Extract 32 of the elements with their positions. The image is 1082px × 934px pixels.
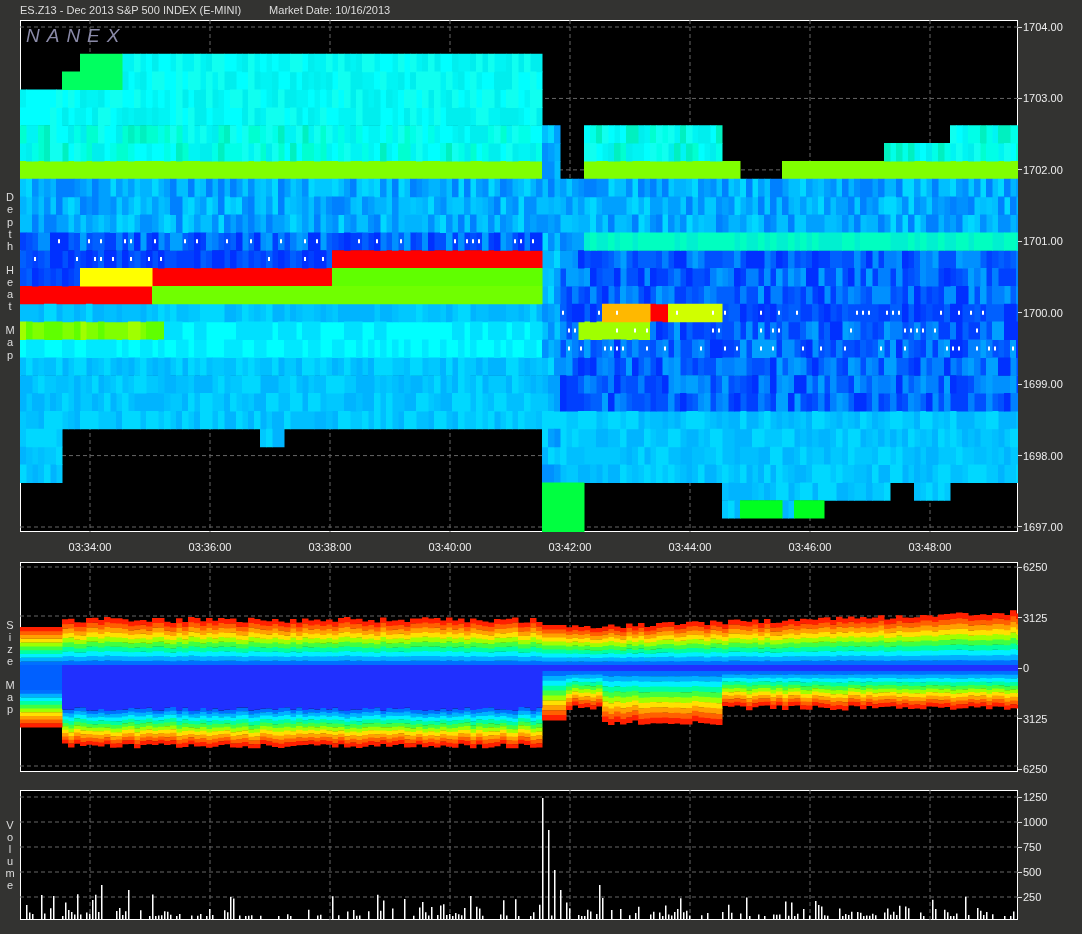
time-label: 03:46:00 <box>788 541 832 553</box>
chart-title: ES.Z13 - Dec 2013 S&P 500 INDEX (E-MINI) <box>20 4 242 16</box>
axis-label: 1699.00 <box>1023 378 1063 391</box>
axis-label: 1250 <box>1023 791 1048 803</box>
time-label: 03:42:00 <box>548 541 592 553</box>
axis-label: 1704.00 <box>1023 21 1063 33</box>
time-label: 03:38:00 <box>308 541 352 553</box>
time-label: 03:48:00 <box>908 541 952 553</box>
axis-label: 6250 <box>1023 561 1048 573</box>
panel-label: Size Map <box>4 618 16 716</box>
axis-label: 1703.00 <box>1023 92 1063 105</box>
time-label: 03:44:00 <box>668 541 712 553</box>
time-label: 03:36:00 <box>188 541 232 553</box>
axis-label: 750 <box>1023 841 1042 853</box>
panel-label: Depth Heat Map <box>4 191 16 361</box>
axis-label: 1700.00 <box>1023 306 1063 319</box>
axis-label: 1000 <box>1023 816 1048 828</box>
axis-label: 3125 <box>1023 712 1048 725</box>
time-label: 03:40:00 <box>428 541 472 553</box>
panel-label: Volume <box>4 818 16 892</box>
axis-label: 250 <box>1023 891 1042 903</box>
axis-label: 3125 <box>1023 611 1048 624</box>
axis-label: 1697.00 <box>1023 520 1063 533</box>
axis-label: 0 <box>1023 662 1030 674</box>
axis-label: 6250 <box>1023 763 1048 775</box>
axis-label: 1702.00 <box>1023 163 1063 176</box>
axis-label: 500 <box>1023 866 1042 878</box>
axis-label: 1701.00 <box>1023 235 1063 248</box>
time-label: 03:34:00 <box>68 541 112 553</box>
market-date: Market Date: 10/16/2013 <box>269 4 391 16</box>
axis-label: 1698.00 <box>1023 449 1063 462</box>
logo: NANEX <box>26 25 127 47</box>
